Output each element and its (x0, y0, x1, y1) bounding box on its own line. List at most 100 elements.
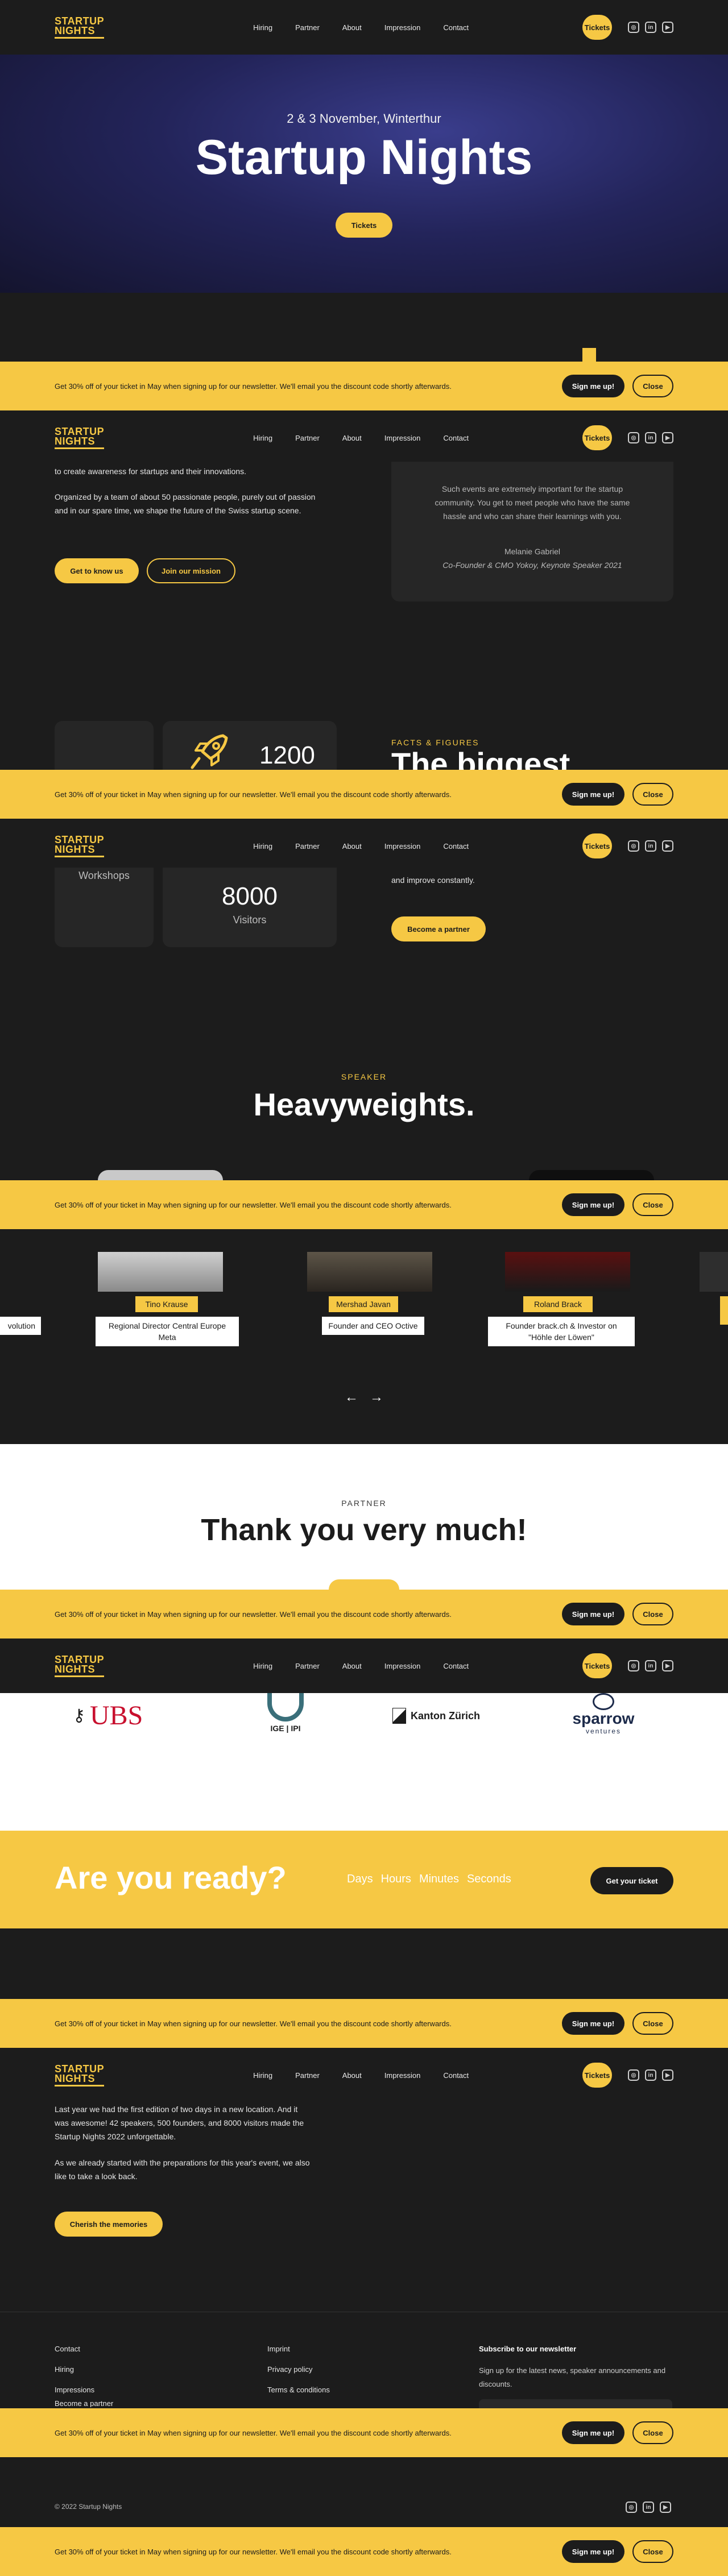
footer-link-partner[interactable]: Become a partner (55, 2400, 113, 2407)
speaker-photo (98, 1252, 223, 1292)
nav-about[interactable]: About (342, 23, 362, 32)
zurich-crest-icon (392, 1708, 406, 1724)
facts-text-tail: and improve constantly. (391, 876, 475, 885)
become-partner-button[interactable]: Become a partner (391, 916, 486, 941)
youtube-icon[interactable]: ▶ (662, 2069, 673, 2081)
youtube-icon[interactable]: ▶ (662, 1660, 673, 1671)
hero-tickets-button[interactable]: Tickets (336, 213, 392, 238)
newsletter-close-button[interactable]: Close (632, 783, 673, 806)
footer-link-contact[interactable]: Contact (55, 2339, 113, 2359)
header-tickets-button[interactable]: Tickets (582, 15, 612, 40)
nav-about[interactable]: About (342, 2071, 362, 2080)
cherish-memories-button[interactable]: Cherish the memories (55, 2212, 163, 2237)
logo[interactable]: STARTUP NIGHTS (55, 426, 105, 449)
join-our-mission-button[interactable]: Join our mission (147, 558, 235, 583)
newsletter-close-button[interactable]: Close (632, 1603, 673, 1625)
instagram-icon[interactable]: ◎ (628, 22, 639, 33)
logo[interactable]: STARTUP NIGHTS (55, 2064, 105, 2086)
nav-contact[interactable]: Contact (443, 1662, 469, 1670)
nav-contact[interactable]: Contact (443, 23, 469, 32)
about-paragraph: Organized by a team of about 50 passiona… (55, 492, 316, 515)
ubs-logo[interactable]: ⚷ UBS (73, 1700, 143, 1731)
carousel-next-button[interactable]: → (370, 1389, 383, 1405)
newsletter-signup-button[interactable]: Sign me up! (562, 2540, 624, 2563)
nav-partner[interactable]: Partner (295, 1662, 320, 1670)
nav-hiring[interactable]: Hiring (253, 1662, 272, 1670)
nav-impression[interactable]: Impression (384, 2071, 421, 2080)
nav-hiring[interactable]: Hiring (253, 23, 272, 32)
nav-contact[interactable]: Contact (443, 2071, 469, 2080)
nav-impression[interactable]: Impression (384, 1662, 421, 1670)
about-section: to create awareness for startups and the… (0, 462, 728, 658)
get-to-know-us-button[interactable]: Get to know us (55, 558, 139, 583)
instagram-icon[interactable]: ◎ (628, 1660, 639, 1671)
logo[interactable]: STARTUP NIGHTS (55, 1654, 105, 1677)
nav-hiring[interactable]: Hiring (253, 842, 272, 851)
nav-partner[interactable]: Partner (295, 434, 320, 442)
kanton-zurich-logo[interactable]: Kanton Zürich (392, 1708, 480, 1724)
hero-date: 2 & 3 November, Winterthur (287, 111, 441, 126)
instagram-icon[interactable]: ◎ (628, 840, 639, 852)
nav-about[interactable]: About (342, 1662, 362, 1670)
get-ticket-button[interactable]: Get your ticket (590, 1867, 673, 1894)
linkedin-icon[interactable]: in (643, 2502, 654, 2513)
nav-impression[interactable]: Impression (384, 23, 421, 32)
newsletter-signup-button[interactable]: Sign me up! (562, 1193, 624, 1216)
youtube-icon[interactable]: ▶ (662, 840, 673, 852)
subscribe-input-partial[interactable] (479, 2399, 672, 2408)
youtube-icon[interactable]: ▶ (662, 432, 673, 443)
newsletter-signup-button[interactable]: Sign me up! (562, 1603, 624, 1625)
linkedin-icon[interactable]: in (645, 22, 656, 33)
sparrow-ventures-logo[interactable]: sparrow ventures (566, 1693, 640, 1735)
header-tickets-button[interactable]: Tickets (582, 833, 612, 858)
footer-link-hiring[interactable]: Hiring (55, 2359, 113, 2380)
speaker-photo (505, 1252, 630, 1292)
instagram-icon[interactable]: ◎ (628, 2069, 639, 2081)
youtube-icon[interactable]: ▶ (660, 2502, 671, 2513)
footer-link-impressions[interactable]: Impressions (55, 2380, 113, 2400)
newsletter-close-button[interactable]: Close (632, 375, 673, 397)
newsletter-signup-button[interactable]: Sign me up! (562, 375, 624, 397)
footer-link-privacy[interactable]: Privacy policy (267, 2359, 330, 2380)
newsletter-signup-button[interactable]: Sign me up! (562, 783, 624, 806)
instagram-icon[interactable]: ◎ (628, 432, 639, 443)
linkedin-icon[interactable]: in (645, 1660, 656, 1671)
newsletter-text: Get 30% off of your ticket in May when s… (55, 1200, 452, 1209)
linkedin-icon[interactable]: in (645, 2069, 656, 2081)
instagram-icon[interactable]: ◎ (626, 2502, 637, 2513)
newsletter-close-button[interactable]: Close (632, 2012, 673, 2035)
countdown-days: Days (347, 1873, 373, 1885)
nav-impression[interactable]: Impression (384, 434, 421, 442)
header-tickets-button[interactable]: Tickets (582, 2063, 612, 2088)
newsletter-close-button[interactable]: Close (632, 1193, 673, 1216)
header-tickets-button[interactable]: Tickets (582, 425, 612, 450)
nav-about[interactable]: About (342, 434, 362, 442)
nav-hiring[interactable]: Hiring (253, 2071, 272, 2080)
nav-impression[interactable]: Impression (384, 842, 421, 851)
linkedin-icon[interactable]: in (645, 432, 656, 443)
carousel-prev-button[interactable]: ← (345, 1389, 358, 1405)
logo[interactable]: STARTUP NIGHTS (55, 16, 105, 39)
newsletter-close-button[interactable]: Close (632, 2540, 673, 2563)
logo[interactable]: STARTUP NIGHTS (55, 835, 105, 857)
main-nav: Hiring Partner About Impression Contact (253, 2071, 469, 2080)
nav-partner[interactable]: Partner (295, 2071, 320, 2080)
newsletter-signup-button[interactable]: Sign me up! (562, 2421, 624, 2444)
ige-logo[interactable]: IGE | IPI (263, 1693, 308, 1733)
countdown-section: Are you ready? Days Hours Minutes Second… (0, 1831, 728, 1928)
newsletter-text: Get 30% off of your ticket in May when s… (55, 381, 452, 391)
newsletter-signup-button[interactable]: Sign me up! (562, 2012, 624, 2035)
header-tickets-button[interactable]: Tickets (582, 1653, 612, 1678)
speakers-title: Heavyweights. (253, 1086, 475, 1122)
youtube-icon[interactable]: ▶ (662, 22, 673, 33)
footer-link-terms[interactable]: Terms & conditions (267, 2380, 330, 2400)
nav-hiring[interactable]: Hiring (253, 434, 272, 442)
linkedin-icon[interactable]: in (645, 840, 656, 852)
newsletter-close-button[interactable]: Close (632, 2421, 673, 2444)
nav-contact[interactable]: Contact (443, 842, 469, 851)
nav-about[interactable]: About (342, 842, 362, 851)
nav-partner[interactable]: Partner (295, 23, 320, 32)
nav-contact[interactable]: Contact (443, 434, 469, 442)
nav-partner[interactable]: Partner (295, 842, 320, 851)
footer-link-imprint[interactable]: Imprint (267, 2339, 330, 2359)
